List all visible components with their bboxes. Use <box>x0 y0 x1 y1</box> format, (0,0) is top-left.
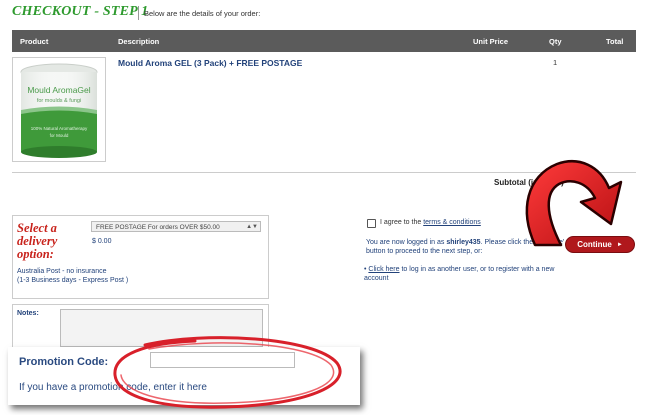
product-thumbnail[interactable]: Mould AromaGel for moulds & fungi 100% N… <box>12 57 106 162</box>
delivery-price: $ 0.00 <box>92 238 112 245</box>
page-title: CHECKOUT - STEP 1 <box>12 4 149 19</box>
delivery-selected-value: FREE POSTAGE For orders OVER $50.00 <box>96 224 220 231</box>
product-jar-image: Mould AromaGel for moulds & fungi 100% N… <box>13 58 105 161</box>
continue-button-label: Continue <box>577 240 612 249</box>
promotion-code-label: Promotion Code: <box>19 356 109 368</box>
jar-note-line1: 100% Natural Aromatherapy <box>31 126 88 131</box>
login-status-prefix: You are now logged in as <box>366 239 447 246</box>
product-qty: 1 <box>553 58 558 67</box>
play-arrow-icon: ► <box>616 241 623 248</box>
agree-terms-checkbox[interactable] <box>367 219 376 228</box>
agree-terms-label: I agree to the terms & conditions <box>380 219 481 226</box>
agree-terms-prefix: I agree to the <box>380 219 424 226</box>
select-arrows-icon: ▲▼ <box>246 224 258 230</box>
column-header-qty: Qty <box>549 37 562 46</box>
title-divider <box>138 6 139 20</box>
terms-conditions-link[interactable]: terms & conditions <box>423 219 481 226</box>
order-table-header: Product Description Unit Price Qty Total <box>12 30 636 52</box>
click-here-link[interactable]: Click here <box>368 266 399 273</box>
page-subtitle: Below are the details of your order: <box>144 9 261 18</box>
column-header-unit-price: Unit Price <box>473 37 509 46</box>
highlight-circle-annotation <box>113 336 342 409</box>
delivery-note-line1: Australia Post - no insurance <box>17 268 107 275</box>
delivery-option-title: Select a delivery option: <box>17 221 58 261</box>
delivery-note-line2: (1-3 Business days - Express Post ) <box>17 277 129 284</box>
delivery-note: Australia Post - no insurance (1-3 Busin… <box>17 267 128 285</box>
notes-label: Notes: <box>17 310 39 317</box>
continue-button[interactable]: Continue ► <box>565 236 635 253</box>
switch-user-text: • Click here to log in as another user, … <box>364 265 576 283</box>
column-header-total: Total <box>606 37 624 46</box>
column-header-product: Product <box>20 37 49 46</box>
jar-brand-text: Mould AromaGel <box>27 85 90 95</box>
delivery-option-select[interactable]: FREE POSTAGE For orders OVER $50.00 ▲▼ <box>91 221 261 232</box>
column-header-description: Description <box>118 37 160 46</box>
product-description-link[interactable]: Mould Aroma GEL (3 Pack) + FREE POSTAGE <box>118 58 302 68</box>
jar-tagline-text: for moulds & fungi <box>37 98 81 104</box>
jar-note-line2: for Mould <box>50 133 69 138</box>
username: shirley435 <box>446 239 481 246</box>
